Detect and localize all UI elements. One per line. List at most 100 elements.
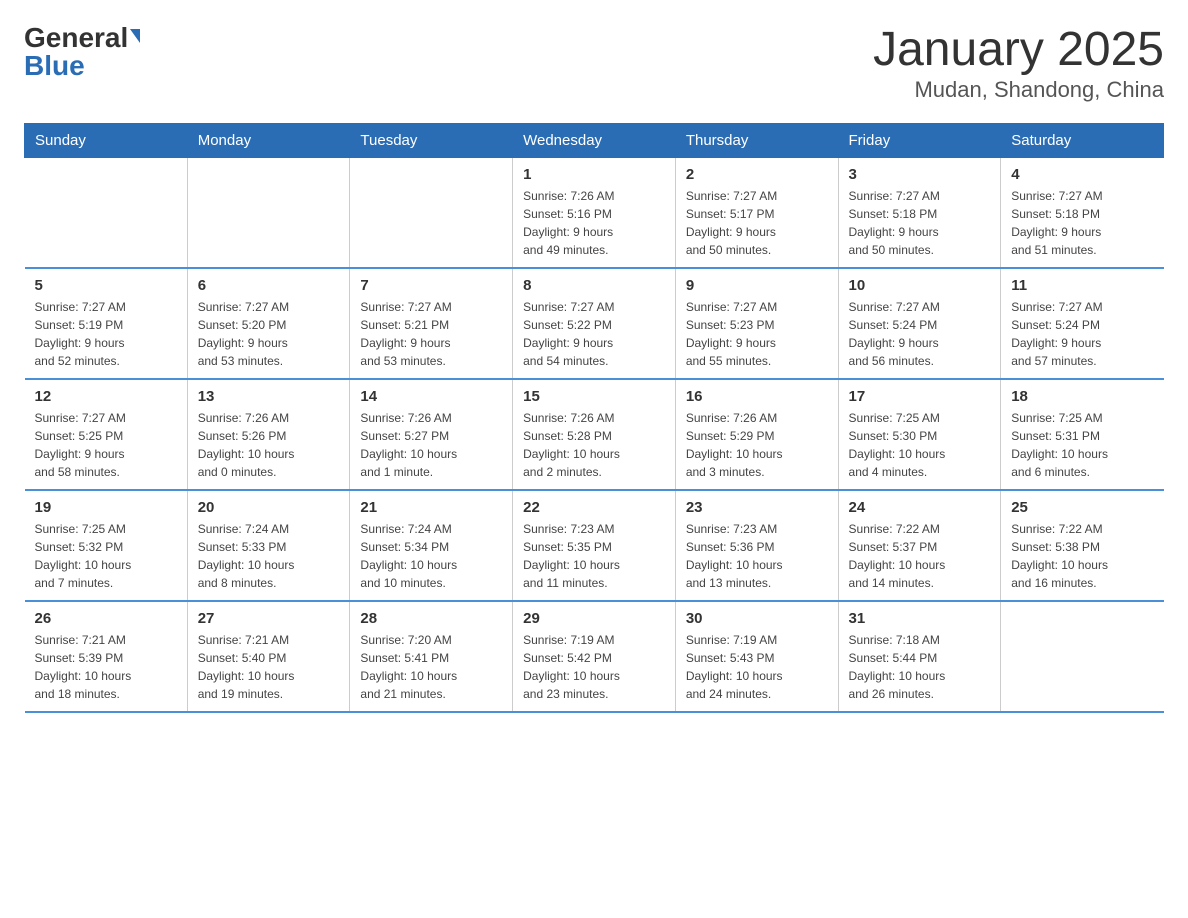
day-info-text: Sunrise: 7:24 AM Sunset: 5:34 PM Dayligh…	[360, 520, 502, 592]
calendar-day-cell: 5 Sunrise: 7:27 AM Sunset: 5:19 PM Daylig…	[25, 268, 188, 379]
weekday-header-thursday: Thursday	[675, 123, 838, 157]
day-number: 22	[523, 499, 665, 516]
day-number: 29	[523, 610, 665, 627]
day-number: 26	[35, 610, 177, 627]
calendar-day-cell: 9Sunrise: 7:27 AM Sunset: 5:23 PM Daylig…	[675, 268, 838, 379]
day-number: 30	[686, 610, 828, 627]
calendar-day-cell: 20 Sunrise: 7:24 AM Sunset: 5:33 PM Dayli…	[187, 490, 350, 601]
weekday-header-friday: Friday	[838, 123, 1001, 157]
day-info-text: Sunrise: 7:27 AM Sunset: 5:25 PM Dayligh…	[35, 409, 177, 481]
day-number: 14	[360, 388, 502, 405]
calendar-day-cell: 18Sunrise: 7:25 AM Sunset: 5:31 PM Dayli…	[1001, 379, 1164, 490]
calendar-day-cell: 4 Sunrise: 7:27 AM Sunset: 5:18 PM Daylig…	[1001, 157, 1164, 268]
calendar-week-row: 19Sunrise: 7:25 AM Sunset: 5:32 PM Dayli…	[25, 490, 1164, 601]
day-info-text: Sunrise: 7:26 AM Sunset: 5:29 PM Dayligh…	[686, 409, 828, 481]
day-number: 18	[1011, 388, 1153, 405]
day-number: 21	[360, 499, 502, 516]
day-info-text: Sunrise: 7:26 AM Sunset: 5:26 PM Dayligh…	[198, 409, 340, 481]
day-info-text: Sunrise: 7:27 AM Sunset: 5:22 PM Dayligh…	[523, 298, 665, 370]
calendar-day-cell: 8 Sunrise: 7:27 AM Sunset: 5:22 PM Daylig…	[513, 268, 676, 379]
day-info-text: Sunrise: 7:27 AM Sunset: 5:19 PM Dayligh…	[35, 298, 177, 370]
calendar-body: 1 Sunrise: 7:26 AM Sunset: 5:16 PM Daylig…	[25, 157, 1164, 712]
day-number: 16	[686, 388, 828, 405]
weekday-header-sunday: Sunday	[25, 123, 188, 157]
calendar-day-cell: 22Sunrise: 7:23 AM Sunset: 5:35 PM Dayli…	[513, 490, 676, 601]
day-number: 6	[198, 277, 340, 294]
calendar-week-row: 12 Sunrise: 7:27 AM Sunset: 5:25 PM Dayli…	[25, 379, 1164, 490]
day-number: 5	[35, 277, 177, 294]
calendar-day-cell: 29Sunrise: 7:19 AM Sunset: 5:42 PM Dayli…	[513, 601, 676, 712]
day-number: 1	[523, 166, 665, 183]
day-info-text: Sunrise: 7:27 AM Sunset: 5:21 PM Dayligh…	[360, 298, 502, 370]
day-info-text: Sunrise: 7:22 AM Sunset: 5:37 PM Dayligh…	[849, 520, 991, 592]
day-number: 10	[849, 277, 991, 294]
calendar-empty-cell	[25, 157, 188, 268]
day-info-text: Sunrise: 7:27 AM Sunset: 5:24 PM Dayligh…	[1011, 298, 1153, 370]
day-number: 27	[198, 610, 340, 627]
day-number: 11	[1011, 277, 1153, 294]
calendar-day-cell: 10 Sunrise: 7:27 AM Sunset: 5:24 PM Dayli…	[838, 268, 1001, 379]
logo: General Blue	[24, 24, 140, 80]
calendar-day-cell: 23Sunrise: 7:23 AM Sunset: 5:36 PM Dayli…	[675, 490, 838, 601]
calendar-day-cell: 26 Sunrise: 7:21 AM Sunset: 5:39 PM Dayli…	[25, 601, 188, 712]
logo-arrow-icon	[130, 29, 140, 43]
calendar-empty-cell	[187, 157, 350, 268]
day-number: 17	[849, 388, 991, 405]
day-number: 7	[360, 277, 502, 294]
day-info-text: Sunrise: 7:20 AM Sunset: 5:41 PM Dayligh…	[360, 631, 502, 703]
logo-general-text: General	[24, 24, 128, 52]
day-info-text: Sunrise: 7:27 AM Sunset: 5:20 PM Dayligh…	[198, 298, 340, 370]
day-info-text: Sunrise: 7:26 AM Sunset: 5:16 PM Dayligh…	[523, 187, 665, 259]
day-number: 3	[849, 166, 991, 183]
day-info-text: Sunrise: 7:27 AM Sunset: 5:24 PM Dayligh…	[849, 298, 991, 370]
calendar-day-cell: 31 Sunrise: 7:18 AM Sunset: 5:44 PM Dayli…	[838, 601, 1001, 712]
day-number: 15	[523, 388, 665, 405]
day-number: 20	[198, 499, 340, 516]
day-info-text: Sunrise: 7:25 AM Sunset: 5:30 PM Dayligh…	[849, 409, 991, 481]
day-number: 31	[849, 610, 991, 627]
calendar-header: SundayMondayTuesdayWednesdayThursdayFrid…	[25, 123, 1164, 157]
day-info-text: Sunrise: 7:24 AM Sunset: 5:33 PM Dayligh…	[198, 520, 340, 592]
calendar-day-cell: 30Sunrise: 7:19 AM Sunset: 5:43 PM Dayli…	[675, 601, 838, 712]
calendar-empty-cell	[350, 157, 513, 268]
calendar-day-cell: 25 Sunrise: 7:22 AM Sunset: 5:38 PM Dayli…	[1001, 490, 1164, 601]
calendar-day-cell: 16 Sunrise: 7:26 AM Sunset: 5:29 PM Dayli…	[675, 379, 838, 490]
day-number: 13	[198, 388, 340, 405]
calendar-day-cell: 12 Sunrise: 7:27 AM Sunset: 5:25 PM Dayli…	[25, 379, 188, 490]
day-number: 2	[686, 166, 828, 183]
day-number: 8	[523, 277, 665, 294]
day-info-text: Sunrise: 7:21 AM Sunset: 5:40 PM Dayligh…	[198, 631, 340, 703]
day-info-text: Sunrise: 7:21 AM Sunset: 5:39 PM Dayligh…	[35, 631, 177, 703]
day-info-text: Sunrise: 7:18 AM Sunset: 5:44 PM Dayligh…	[849, 631, 991, 703]
weekday-header-row: SundayMondayTuesdayWednesdayThursdayFrid…	[25, 123, 1164, 157]
calendar-week-row: 1 Sunrise: 7:26 AM Sunset: 5:16 PM Daylig…	[25, 157, 1164, 268]
day-info-text: Sunrise: 7:27 AM Sunset: 5:18 PM Dayligh…	[1011, 187, 1153, 259]
calendar-day-cell: 11 Sunrise: 7:27 AM Sunset: 5:24 PM Dayli…	[1001, 268, 1164, 379]
calendar-day-cell: 3Sunrise: 7:27 AM Sunset: 5:18 PM Daylig…	[838, 157, 1001, 268]
day-number: 4	[1011, 166, 1153, 183]
weekday-header-saturday: Saturday	[1001, 123, 1164, 157]
day-number: 12	[35, 388, 177, 405]
day-number: 19	[35, 499, 177, 516]
calendar-day-cell: 27 Sunrise: 7:21 AM Sunset: 5:40 PM Dayli…	[187, 601, 350, 712]
day-info-text: Sunrise: 7:23 AM Sunset: 5:36 PM Dayligh…	[686, 520, 828, 592]
calendar-day-cell: 21 Sunrise: 7:24 AM Sunset: 5:34 PM Dayli…	[350, 490, 513, 601]
calendar-week-row: 26 Sunrise: 7:21 AM Sunset: 5:39 PM Dayli…	[25, 601, 1164, 712]
day-info-text: Sunrise: 7:22 AM Sunset: 5:38 PM Dayligh…	[1011, 520, 1153, 592]
day-number: 28	[360, 610, 502, 627]
calendar-empty-cell	[1001, 601, 1164, 712]
weekday-header-tuesday: Tuesday	[350, 123, 513, 157]
calendar-day-cell: 17 Sunrise: 7:25 AM Sunset: 5:30 PM Dayli…	[838, 379, 1001, 490]
day-number: 25	[1011, 499, 1153, 516]
calendar-table: SundayMondayTuesdayWednesdayThursdayFrid…	[24, 123, 1164, 713]
calendar-week-row: 5 Sunrise: 7:27 AM Sunset: 5:19 PM Daylig…	[25, 268, 1164, 379]
calendar-day-cell: 13 Sunrise: 7:26 AM Sunset: 5:26 PM Dayli…	[187, 379, 350, 490]
page-header: General Blue January 2025 Mudan, Shandon…	[24, 24, 1164, 103]
calendar-day-cell: 19Sunrise: 7:25 AM Sunset: 5:32 PM Dayli…	[25, 490, 188, 601]
day-info-text: Sunrise: 7:27 AM Sunset: 5:17 PM Dayligh…	[686, 187, 828, 259]
day-number: 9	[686, 277, 828, 294]
calendar-title: January 2025	[873, 24, 1164, 77]
calendar-day-cell: 1 Sunrise: 7:26 AM Sunset: 5:16 PM Daylig…	[513, 157, 676, 268]
day-number: 24	[849, 499, 991, 516]
day-info-text: Sunrise: 7:26 AM Sunset: 5:28 PM Dayligh…	[523, 409, 665, 481]
